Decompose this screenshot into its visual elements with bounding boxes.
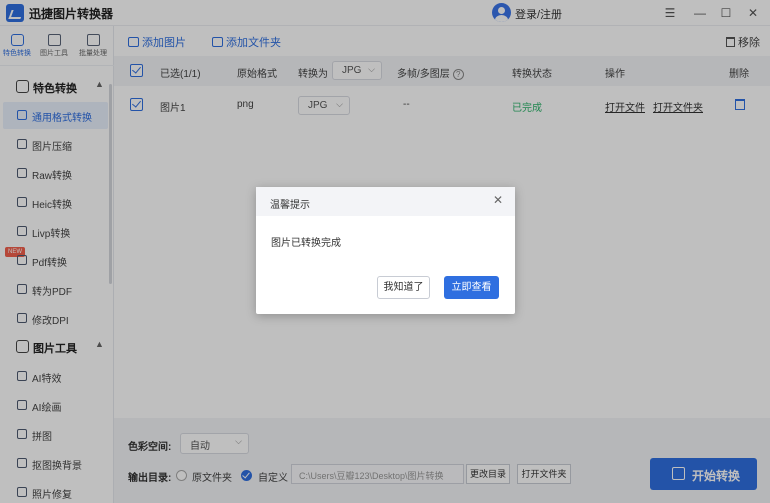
view-now-button[interactable]: 立即查看 [444, 276, 499, 299]
dismiss-button[interactable]: 我知道了 [377, 276, 430, 299]
close-icon[interactable]: ✕ [493, 193, 503, 207]
dialog-message: 图片已转换完成 [271, 238, 341, 249]
dialog-header: 温馨提示 ✕ [256, 187, 515, 216]
dialog-title: 温馨提示 [270, 200, 310, 211]
completion-dialog: 温馨提示 ✕ 图片已转换完成 我知道了 立即查看 [256, 187, 515, 314]
